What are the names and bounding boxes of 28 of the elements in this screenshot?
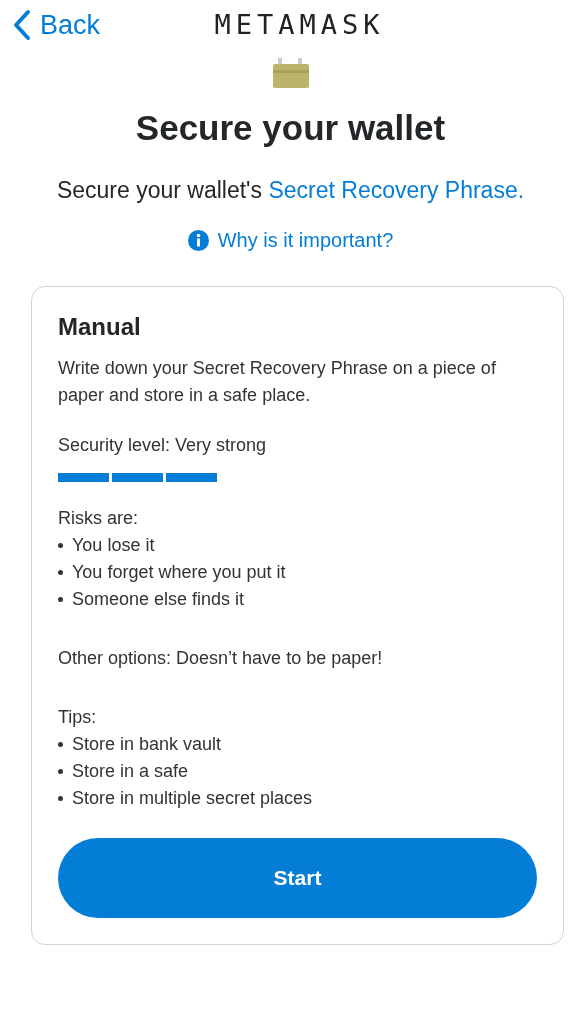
list-item-text: Store in bank vault — [72, 732, 222, 756]
bullet-icon — [58, 542, 63, 548]
padlock-icon — [271, 58, 310, 88]
risks-heading: Risks are: — [58, 506, 139, 530]
recovery-phrase-link[interactable]: Secret Recovery Phrase. — [268, 176, 525, 203]
page-title: Secure your wallet — [134, 107, 447, 149]
back-button[interactable]: Back — [12, 4, 101, 46]
why-important-link[interactable]: Why is it important? — [187, 225, 394, 255]
subtitle-text: Secure your wallet's — [56, 176, 263, 203]
info-icon — [187, 229, 209, 251]
list-item-text: Store in multiple secret places — [72, 786, 313, 810]
start-button[interactable]: Start — [58, 837, 537, 918]
bullet-icon — [58, 596, 63, 602]
other-options-text: Other options: Doesn’t have to be paper! — [58, 646, 384, 670]
list-item-text: You forget where you put it — [72, 560, 286, 584]
description-text: Write down your Secret Recovery Phrase on a piece of paper and store in a safe place. — [58, 356, 497, 407]
security-level-text: Security level: Very strong — [58, 433, 268, 457]
logo-text: METAMASK — [214, 8, 385, 40]
card-title: Manual — [58, 311, 142, 342]
list-item-text: You lose it — [72, 533, 155, 557]
bullet-icon — [58, 741, 63, 747]
list-item-text: Store in a safe — [72, 759, 189, 783]
tips-heading: Tips: — [58, 705, 98, 729]
chevron-left-icon — [12, 9, 32, 41]
bullet-icon — [58, 768, 63, 774]
bullet-icon — [58, 569, 63, 575]
list-item-text: Someone else finds it — [72, 587, 245, 611]
bullet-icon — [58, 795, 63, 801]
